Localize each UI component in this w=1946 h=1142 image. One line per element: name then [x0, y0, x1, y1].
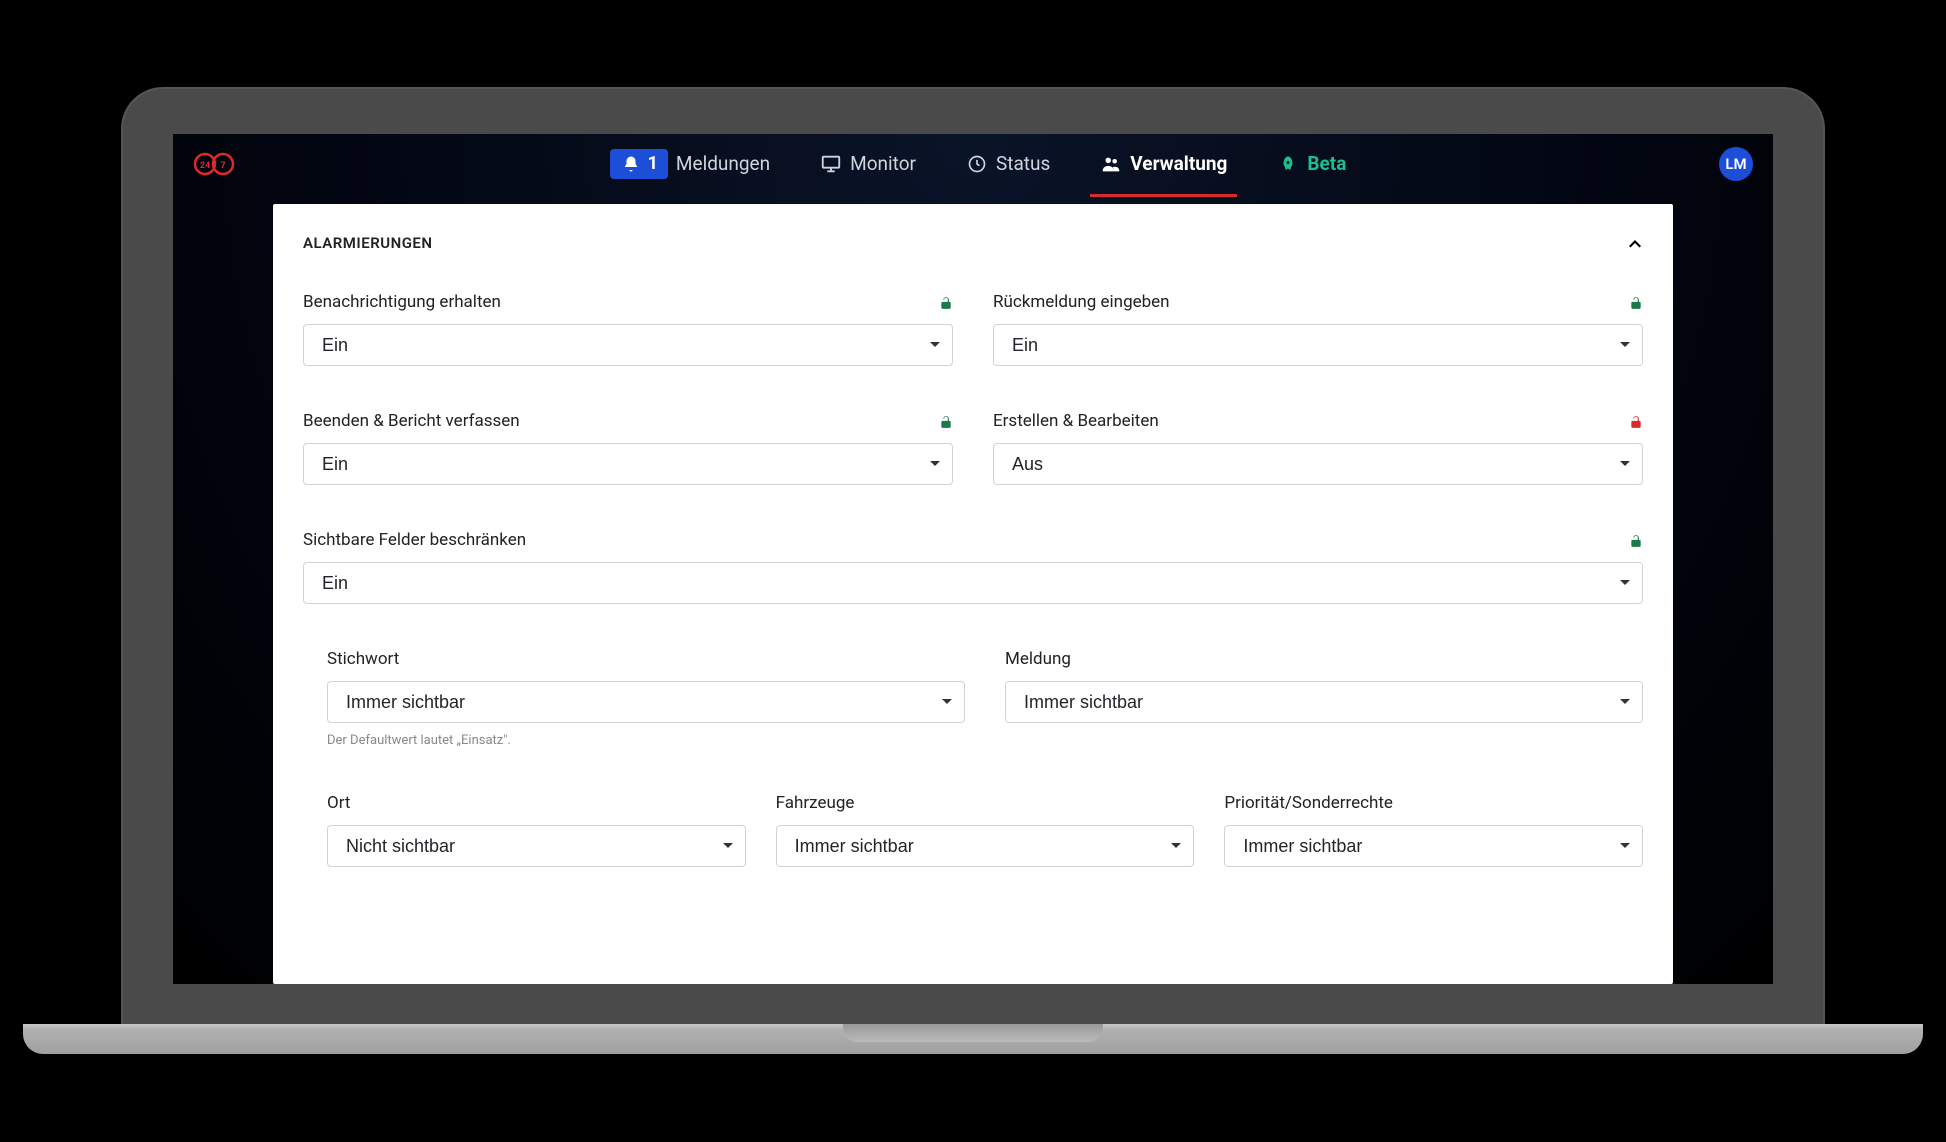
nav-label: Status: [996, 152, 1050, 175]
field-label: Ort: [327, 793, 350, 813]
nav-item-monitor[interactable]: Monitor: [810, 144, 926, 183]
bell-icon: [620, 153, 642, 175]
users-icon: [1100, 153, 1122, 175]
nav-item-meldungen[interactable]: 1 Meldungen: [600, 141, 781, 187]
unlock-icon: [939, 414, 953, 428]
chevron-up-icon[interactable]: [1627, 235, 1643, 251]
select-erstellen[interactable]: Aus: [993, 443, 1643, 485]
monitor-icon: [820, 153, 842, 175]
form-row: Beenden & Bericht verfassen Ein: [303, 411, 1643, 485]
field-beenden: Beenden & Bericht verfassen Ein: [303, 411, 953, 485]
form-row: Ort Nicht sichtbar Fahrzeuge Immer s: [303, 793, 1643, 867]
field-label: Sichtbare Felder beschränken: [303, 530, 526, 550]
field-label: Meldung: [1005, 649, 1071, 669]
select-beenden[interactable]: Ein: [303, 443, 953, 485]
field-rueckmeldung: Rückmeldung eingeben Ein: [993, 292, 1643, 366]
nav-label: Beta: [1307, 152, 1346, 175]
section-title: ALARMIERUNGEN: [303, 234, 433, 252]
select-meldung[interactable]: Immer sichtbar: [1005, 681, 1643, 723]
select-rueckmeldung[interactable]: Ein: [993, 324, 1643, 366]
settings-card: ALARMIERUNGEN Benachrichtigung erhalten: [273, 204, 1673, 984]
laptop-base: [23, 1024, 1923, 1054]
unlock-icon: [1629, 533, 1643, 547]
section-header: ALARMIERUNGEN: [303, 234, 1643, 252]
select-fahrzeuge[interactable]: Immer sichtbar: [776, 825, 1195, 867]
notifications-badge: 1: [610, 149, 668, 179]
select-prioritaet[interactable]: Immer sichtbar: [1224, 825, 1643, 867]
app-background: 24 7 1 Meldungen: [173, 134, 1773, 984]
avatar-initials: LM: [1725, 155, 1746, 173]
select-benachrichtigung[interactable]: Ein: [303, 324, 953, 366]
field-label: Erstellen & Bearbeiten: [993, 411, 1159, 431]
field-benachrichtigung: Benachrichtigung erhalten Ein: [303, 292, 953, 366]
topbar: 24 7 1 Meldungen: [173, 134, 1773, 194]
field-label: Rückmeldung eingeben: [993, 292, 1170, 312]
field-fahrzeuge: Fahrzeuge Immer sichtbar: [776, 793, 1195, 867]
form-row: Stichwort Immer sichtbar Der Defaultwert…: [303, 649, 1643, 748]
form-row: Benachrichtigung erhalten Ein: [303, 292, 1643, 366]
svg-text:7: 7: [220, 161, 225, 171]
svg-text:24: 24: [200, 161, 210, 171]
field-sichtbare: Sichtbare Felder beschränken Ein: [303, 530, 1643, 604]
field-stichwort: Stichwort Immer sichtbar Der Defaultwert…: [327, 649, 965, 748]
logo-247[interactable]: 24 7: [193, 148, 237, 180]
nav-item-status[interactable]: Status: [956, 144, 1060, 183]
nav-label: Meldungen: [676, 152, 770, 175]
nav-item-verwaltung[interactable]: Verwaltung: [1090, 144, 1237, 183]
field-ort: Ort Nicht sichtbar: [327, 793, 746, 867]
screen: 24 7 1 Meldungen: [173, 134, 1773, 984]
clock-icon: [966, 153, 988, 175]
field-prioritaet: Priorität/Sonderrechte Immer sichtbar: [1224, 793, 1643, 867]
select-ort[interactable]: Nicht sichtbar: [327, 825, 746, 867]
avatar[interactable]: LM: [1719, 147, 1753, 181]
main-nav: 1 Meldungen Monitor: [237, 141, 1719, 187]
select-stichwort[interactable]: Immer sichtbar: [327, 681, 965, 723]
field-label: Priorität/Sonderrechte: [1224, 793, 1393, 813]
nav-label: Verwaltung: [1130, 152, 1227, 175]
unlock-icon: [1629, 414, 1643, 428]
form-row: Sichtbare Felder beschränken Ein: [303, 530, 1643, 604]
field-label: Benachrichtigung erhalten: [303, 292, 501, 312]
laptop-notch: [843, 1024, 1103, 1042]
field-label: Beenden & Bericht verfassen: [303, 411, 520, 431]
nav-item-beta[interactable]: Beta: [1267, 144, 1356, 183]
unlock-icon: [1629, 295, 1643, 309]
laptop-mockup: 24 7 1 Meldungen: [123, 89, 1823, 1054]
rocket-icon: [1277, 153, 1299, 175]
badge-count: 1: [648, 153, 658, 174]
field-erstellen: Erstellen & Bearbeiten Aus: [993, 411, 1643, 485]
field-label: Fahrzeuge: [776, 793, 855, 813]
helper-text: Der Defaultwert lautet „Einsatz".: [327, 733, 965, 748]
select-sichtbare[interactable]: Ein: [303, 562, 1643, 604]
field-meldung: Meldung Immer sichtbar: [1005, 649, 1643, 748]
unlock-icon: [939, 295, 953, 309]
laptop-screen-bezel: 24 7 1 Meldungen: [123, 89, 1823, 1024]
nav-label: Monitor: [850, 152, 916, 175]
field-label: Stichwort: [327, 649, 399, 669]
